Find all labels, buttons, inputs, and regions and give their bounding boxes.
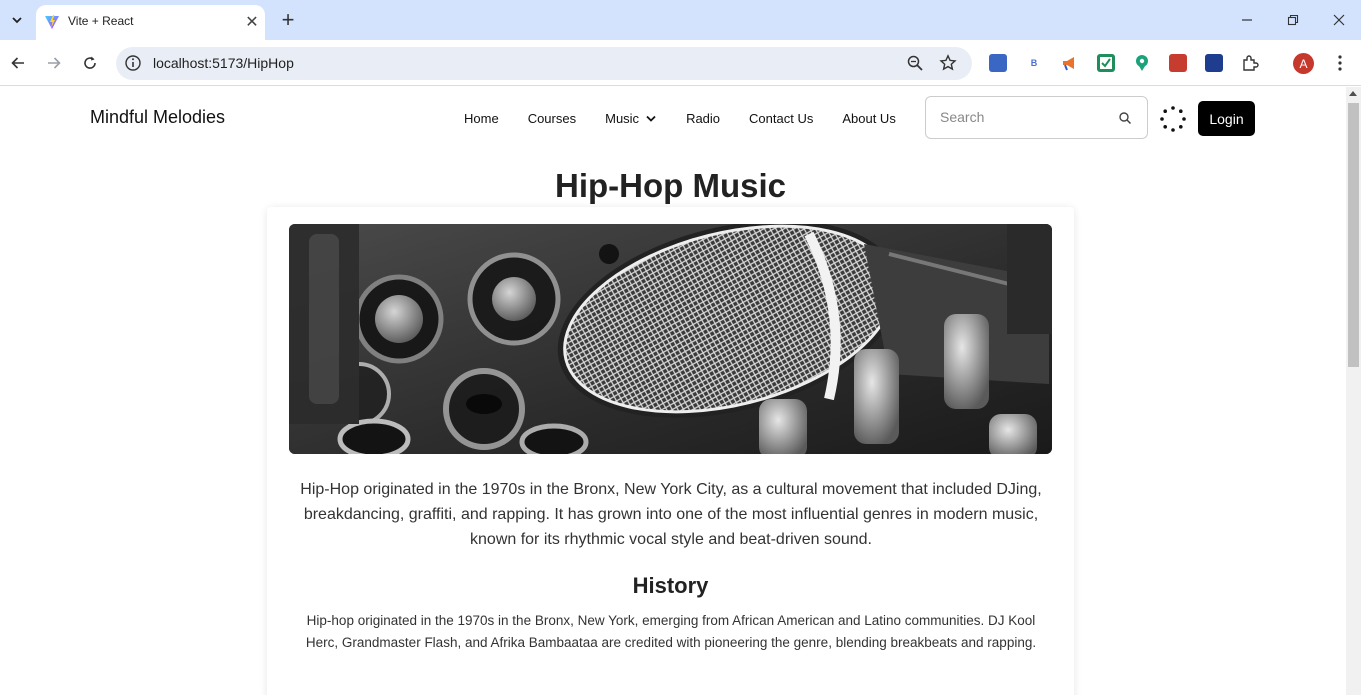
history-heading: History [632, 573, 709, 598]
search-icon[interactable] [1118, 111, 1132, 125]
extension-b-icon[interactable]: B [1025, 54, 1043, 72]
login-button[interactable]: Login [1198, 101, 1255, 136]
extension-megaphone-icon[interactable] [1061, 54, 1079, 72]
vite-logo-icon [45, 15, 59, 29]
arrow-left-icon [11, 57, 24, 69]
back-button[interactable] [6, 51, 30, 75]
site-info-icon[interactable] [124, 54, 142, 72]
history-paragraph: Hip-hop originated in the 1970s in the B… [305, 613, 1037, 650]
extension-pin-icon[interactable] [1133, 54, 1151, 72]
nav-home[interactable]: Home [464, 111, 499, 126]
page-title: Hip-Hop Music [555, 167, 786, 204]
nav-music-label: Music [605, 111, 640, 126]
search-input[interactable] [940, 109, 1110, 125]
page-scrollbar[interactable] [1346, 87, 1361, 695]
intro-paragraph: Hip-Hop originated in the 1970s in the B… [300, 481, 1042, 548]
new-tab-icon[interactable]: + [276, 8, 300, 32]
chevron-down-icon [646, 115, 656, 122]
scrollbar-thumb[interactable] [1348, 103, 1359, 367]
nav-music-dropdown[interactable]: Music [605, 111, 657, 126]
main-nav: Home Courses Music Radio Contact Us Abou… [464, 111, 925, 126]
chevron-down-icon [12, 17, 22, 24]
site-brand[interactable]: Mindful Melodies [90, 107, 225, 128]
address-bar[interactable]: localhost:5173/HipHop [116, 47, 972, 80]
restore-window-button[interactable] [1279, 6, 1307, 34]
profile-avatar[interactable]: A [1293, 53, 1314, 74]
close-tab-icon[interactable]: ✕ [242, 12, 262, 32]
minimize-icon [1242, 19, 1252, 21]
zoom-icon[interactable] [906, 54, 924, 72]
restore-icon [1287, 14, 1299, 26]
browser-toolbar: localhost:5173/HipHop B A [0, 40, 1361, 86]
browser-tab-active[interactable]: Vite + React ✕ [36, 5, 265, 40]
reload-button[interactable] [78, 51, 102, 75]
loading-spinner-icon [1160, 106, 1186, 132]
arrow-right-icon [48, 57, 61, 69]
nav-radio[interactable]: Radio [686, 111, 720, 126]
tab-title: Vite + React [68, 14, 134, 28]
forward-button[interactable] [42, 51, 66, 75]
search-box [925, 96, 1148, 139]
browser-menu-icon[interactable] [1330, 52, 1350, 74]
content-card: Hip-Hop originated in the 1970s in the B… [267, 207, 1074, 695]
minimize-window-button[interactable] [1233, 6, 1261, 34]
page-viewport: Mindful Melodies Home Courses Music Radi… [0, 87, 1346, 695]
close-window-button[interactable] [1325, 6, 1353, 34]
microphone-mixer-photo [289, 224, 1052, 454]
nav-about-us[interactable]: About Us [842, 111, 895, 126]
hero-image [289, 224, 1052, 454]
extension-checkbox-icon[interactable] [1097, 54, 1115, 72]
tab-search-button[interactable] [5, 8, 29, 32]
reload-icon [84, 56, 96, 69]
extension-red-icon[interactable] [1169, 54, 1187, 72]
extension-drive-icon[interactable] [1205, 54, 1223, 72]
nav-courses[interactable]: Courses [528, 111, 576, 126]
extension-chat-icon[interactable] [989, 54, 1007, 72]
nav-contact-us[interactable]: Contact Us [749, 111, 813, 126]
url-text[interactable]: localhost:5173/HipHop [153, 55, 294, 71]
bookmark-star-icon[interactable] [939, 54, 957, 72]
close-icon [1333, 14, 1345, 26]
extensions-puzzle-icon[interactable] [1241, 54, 1259, 72]
scroll-up-arrow-icon[interactable] [1349, 91, 1357, 96]
browser-tabstrip: Vite + React ✕ + [0, 0, 1361, 40]
